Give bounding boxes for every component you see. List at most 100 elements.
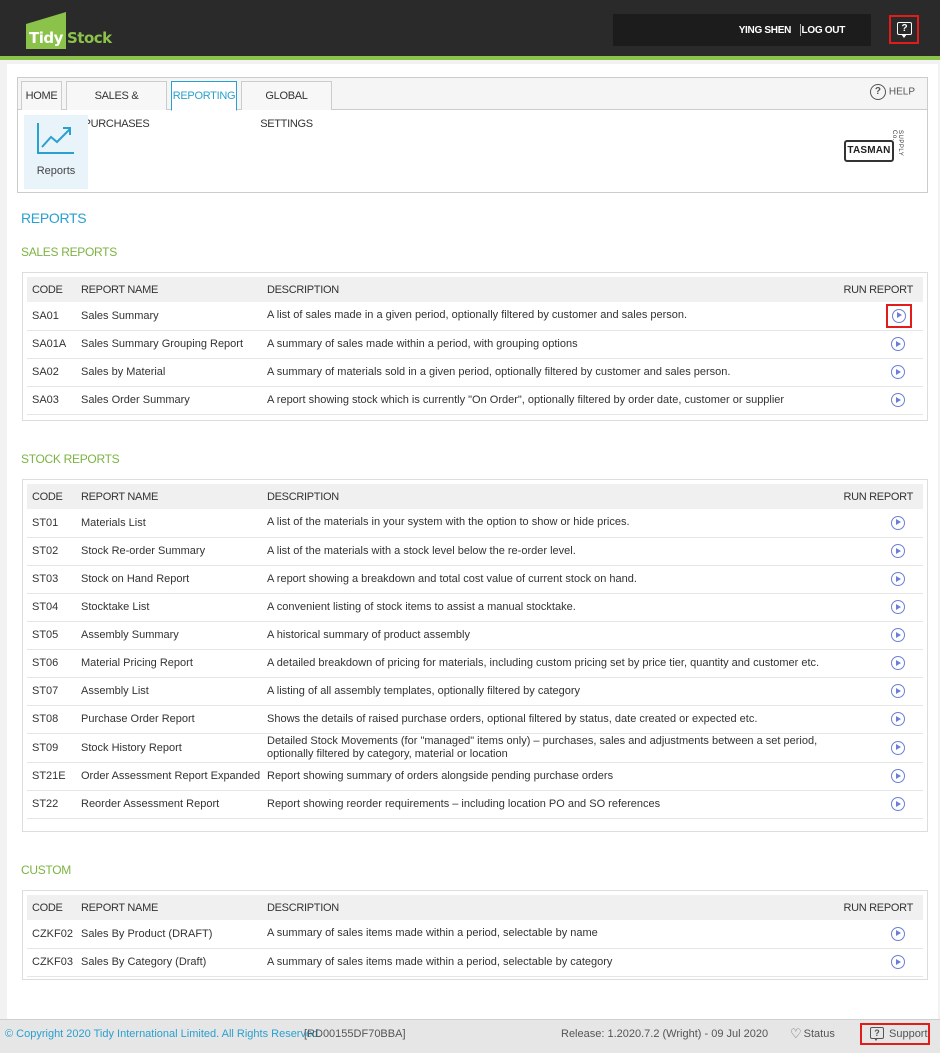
- run-report-button[interactable]: [891, 393, 905, 407]
- run-report-button[interactable]: [891, 515, 905, 530]
- help-link[interactable]: ? HELP: [869, 84, 915, 104]
- tab-global-settings[interactable]: GLOBAL SETTINGS: [241, 81, 332, 130]
- col-name-header: REPORT NAME: [76, 484, 262, 509]
- report-description: Report showing summary of orders alongsi…: [262, 762, 822, 791]
- play-icon: [896, 930, 901, 937]
- trend-chart-icon: [37, 123, 74, 154]
- custom-reports-table: CODE REPORT NAME DESCRIPTION RUN REPORT …: [22, 890, 928, 980]
- run-report-button[interactable]: [891, 740, 905, 755]
- user-panel: YING SHEN LOG OUT: [613, 14, 871, 46]
- report-code: ST07: [27, 677, 76, 706]
- run-cell: [822, 565, 923, 594]
- table-row: ST02 Stock Re-order Summary A list of the …: [27, 537, 923, 566]
- report-code: ST04: [27, 593, 76, 622]
- release-info: Release: 1.2020.7.2 (Wright) - 09 Jul 20…: [561, 1028, 769, 1040]
- tab-reporting[interactable]: REPORTING: [171, 81, 237, 111]
- run-report-button[interactable]: [891, 769, 905, 783]
- top-bar: Tidy Stock YING SHEN LOG OUT ?: [0, 0, 940, 60]
- run-report-button[interactable]: [891, 544, 905, 558]
- col-run-header: RUN REPORT: [822, 895, 923, 920]
- report-name: Material Pricing Report: [76, 649, 262, 678]
- tab-home[interactable]: HOME: [21, 81, 62, 110]
- tab-sales-purchases[interactable]: SALES & PURCHASES: [66, 81, 167, 130]
- run-report-button[interactable]: [891, 926, 905, 941]
- report-name: Sales Order Summary: [76, 386, 262, 415]
- report-description: A report showing stock which is currentl…: [262, 386, 822, 415]
- table-row: SA01A Sales Summary Grouping Report A su…: [27, 330, 923, 359]
- run-report-button[interactable]: [891, 628, 905, 642]
- support-button[interactable]: ? Support: [860, 1023, 930, 1045]
- col-name-header: REPORT NAME: [76, 895, 262, 920]
- tab-bar: HOME SALES & PURCHASES REPORTING GLOBAL …: [18, 78, 927, 130]
- report-code: ST01: [27, 509, 76, 538]
- report-code: ST08: [27, 705, 76, 734]
- run-cell: [822, 790, 923, 819]
- col-run-header: RUN REPORT: [822, 484, 923, 509]
- col-code-header: CODE: [27, 895, 76, 920]
- table-header-row: CODE REPORT NAME DESCRIPTION RUN REPORT: [27, 895, 923, 920]
- run-cell: [822, 948, 923, 977]
- play-icon: [896, 368, 901, 375]
- run-cell: [822, 762, 923, 791]
- report-description: A listing of all assembly templates, opt…: [262, 677, 822, 706]
- report-name: Assembly Summary: [76, 621, 262, 650]
- run-cell: [822, 649, 923, 678]
- status-link[interactable]: ♡ Status: [790, 1026, 835, 1042]
- run-report-button[interactable]: [891, 797, 905, 811]
- run-report-button[interactable]: [891, 600, 905, 614]
- run-report-button[interactable]: [891, 656, 905, 670]
- run-cell: [822, 621, 923, 650]
- report-name: Purchase Order Report: [76, 705, 262, 734]
- report-name: Sales Summary Grouping Report: [76, 330, 262, 359]
- sales-reports-table: CODE REPORT NAME DESCRIPTION RUN REPORT …: [22, 272, 928, 421]
- report-description: Detailed Stock Movements (for "managed" …: [262, 733, 822, 763]
- report-description: A summary of sales items made within a p…: [262, 920, 822, 949]
- run-cell: [822, 358, 923, 387]
- report-code: SA02: [27, 358, 76, 387]
- table-row: SA01 Sales Summary A list of sales made …: [27, 302, 923, 331]
- user-name[interactable]: YING SHEN: [739, 25, 792, 36]
- report-name: Stock Re-order Summary: [76, 537, 262, 566]
- run-report-button[interactable]: [892, 308, 906, 323]
- report-name: Reorder Assessment Report: [76, 790, 262, 819]
- report-name: Sales by Material: [76, 358, 262, 387]
- reports-tile[interactable]: Reports: [24, 115, 88, 189]
- section-title-custom: CUSTOM: [21, 863, 71, 877]
- col-code-header: CODE: [27, 484, 76, 509]
- run-report-button[interactable]: [891, 955, 905, 969]
- table-row: ST05 Assembly Summary A historical summary…: [27, 621, 923, 650]
- play-icon: [896, 519, 901, 526]
- report-name: Stocktake List: [76, 593, 262, 622]
- report-code: ST03: [27, 565, 76, 594]
- play-icon: [896, 958, 901, 965]
- logout-link[interactable]: LOG OUT: [802, 25, 846, 36]
- report-description: A historical summary of product assembly: [262, 621, 822, 650]
- run-cell: [822, 593, 923, 622]
- play-icon: [896, 547, 901, 554]
- run-report-button[interactable]: [891, 337, 905, 351]
- run-cell: [822, 537, 923, 566]
- copyright-link[interactable]: © Copyright 2020 Tidy International Limi…: [5, 1028, 321, 1040]
- help-question-icon: ?: [869, 84, 886, 100]
- tidy-stock-logo[interactable]: Tidy Stock: [26, 12, 116, 49]
- navigation-panel: HOME SALES & PURCHASES REPORTING GLOBAL …: [17, 77, 928, 193]
- run-report-button[interactable]: [891, 684, 905, 698]
- table-row: SA02 Sales by Material A summary of mate…: [27, 358, 923, 387]
- col-name-header: REPORT NAME: [76, 277, 262, 302]
- help-button[interactable]: ?: [889, 15, 919, 44]
- table-row: CZKF02 Sales By Product (DRAFT) A summary …: [27, 920, 923, 949]
- report-code: SA01A: [27, 330, 76, 359]
- table-row: ST03 Stock on Hand Report A report showing…: [27, 565, 923, 594]
- table-row: SA03 Sales Order Summary A report showin…: [27, 386, 923, 415]
- logo-text-tidy: Tidy: [29, 29, 63, 47]
- run-report-button[interactable]: [891, 712, 905, 726]
- run-cell: [822, 330, 923, 359]
- report-code: ST22: [27, 790, 76, 819]
- report-code: ST05: [27, 621, 76, 650]
- col-description-header: DESCRIPTION: [262, 277, 822, 302]
- stock-reports-table: CODE REPORT NAME DESCRIPTION RUN REPORT …: [22, 479, 928, 832]
- report-code: ST02: [27, 537, 76, 566]
- run-report-button[interactable]: [891, 365, 905, 379]
- run-report-button[interactable]: [891, 572, 905, 586]
- run-cell: [822, 677, 923, 706]
